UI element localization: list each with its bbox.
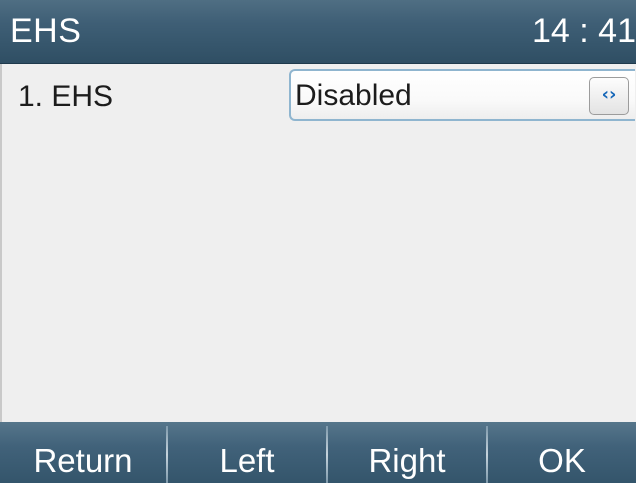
left-softkey[interactable]: Left	[168, 422, 326, 483]
clock: 14 : 41	[532, 12, 636, 50]
settings-list: 1. EHS Disabled ‹›	[0, 64, 636, 422]
page-title: EHS	[10, 12, 82, 50]
return-softkey[interactable]: Return	[0, 422, 166, 483]
setting-row-ehs[interactable]: 1. EHS Disabled ‹›	[2, 64, 636, 128]
title-bar: EHS 14 : 41	[0, 0, 636, 64]
right-softkey[interactable]: Right	[328, 422, 486, 483]
ehs-option-selector[interactable]: Disabled ‹›	[289, 69, 635, 121]
ok-softkey[interactable]: OK	[488, 422, 636, 483]
softkey-bar: Return Left Right OK	[0, 422, 636, 483]
setting-label: 1. EHS	[18, 80, 114, 113]
selected-value: Disabled	[295, 79, 412, 112]
left-right-arrows-icon[interactable]: ‹›	[589, 77, 629, 115]
phone-screen: EHS 14 : 41 1. EHS Disabled ‹› Return Le…	[0, 0, 636, 483]
